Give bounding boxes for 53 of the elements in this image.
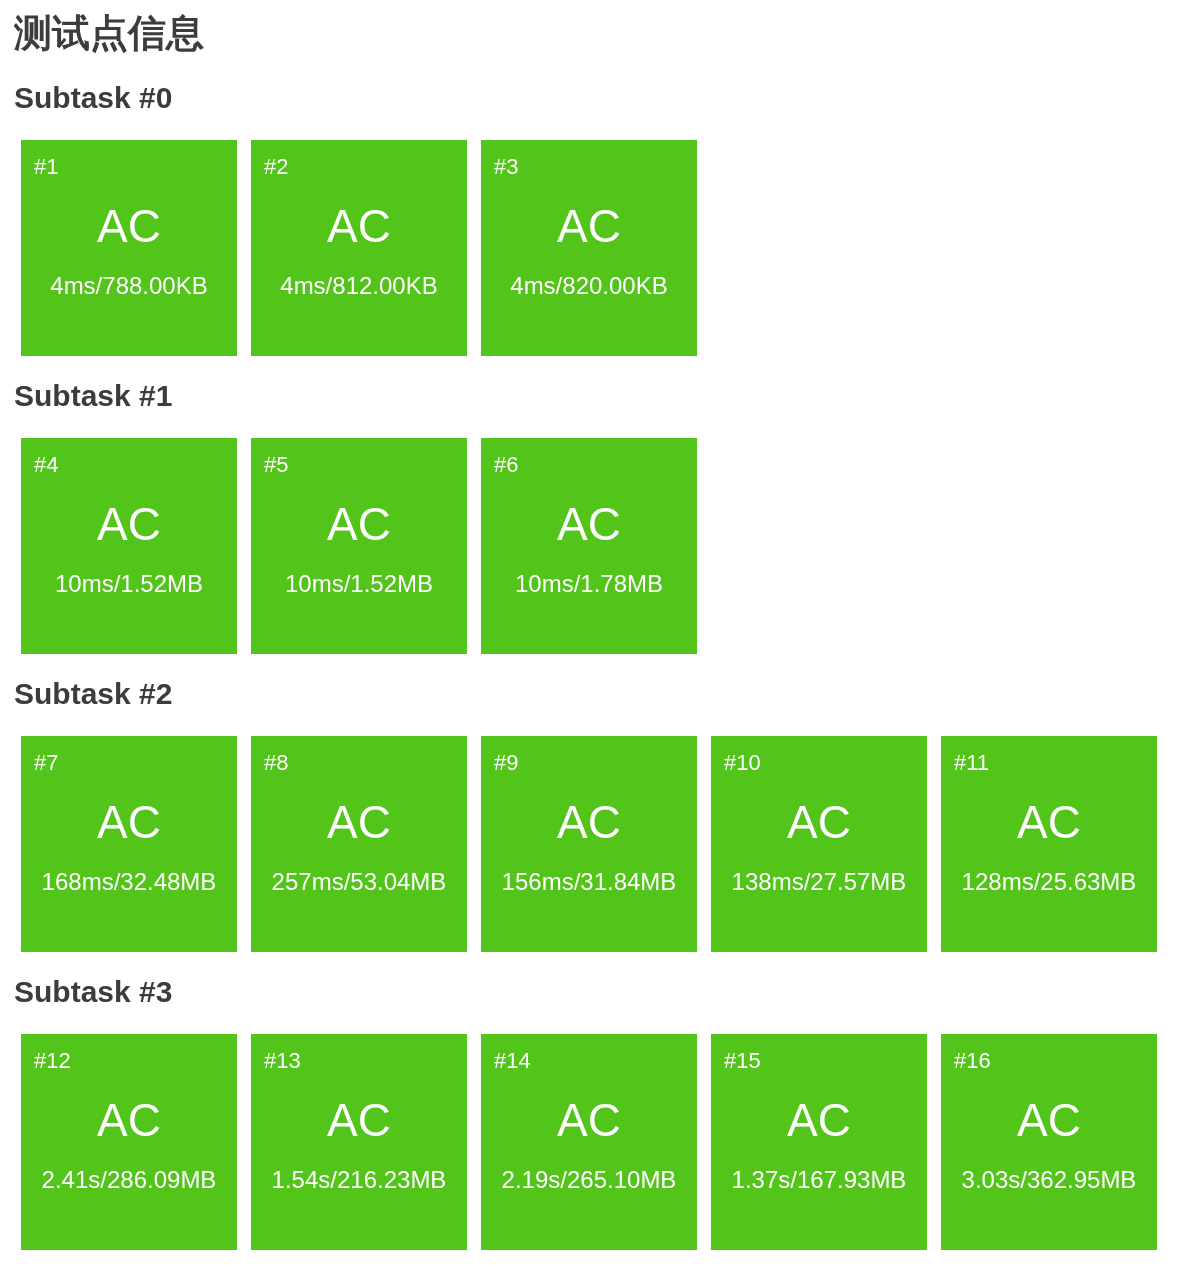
case-number: #14	[494, 1048, 531, 1074]
verdict-text: AC	[787, 1093, 851, 1148]
verdict-text: AC	[327, 795, 391, 850]
verdict-text: AC	[1017, 795, 1081, 850]
case-number: #6	[494, 452, 519, 478]
time-memory-text: 10ms/1.52MB	[54, 569, 204, 599]
time-memory-text: 4ms/788.00KB	[50, 271, 208, 301]
case-number: #4	[34, 452, 59, 478]
time-memory-text: 4ms/820.00KB	[510, 271, 668, 301]
time-memory-text: 1.37s/167.93MB	[731, 1165, 907, 1195]
verdict-text: AC	[327, 1093, 391, 1148]
time-memory-text: 10ms/1.78MB	[514, 569, 664, 599]
case-number: #16	[954, 1048, 991, 1074]
verdict-text: AC	[327, 497, 391, 552]
verdict-text: AC	[97, 1093, 161, 1148]
verdict-text: AC	[1017, 1093, 1081, 1148]
case-number: #1	[34, 154, 59, 180]
subtask-heading: Subtask #1	[14, 378, 173, 414]
time-memory-text: 2.19s/265.10MB	[501, 1165, 677, 1195]
case-number: #7	[34, 750, 59, 776]
case-number: #15	[724, 1048, 761, 1074]
time-memory-text: 138ms/27.57MB	[731, 867, 907, 897]
verdict-text: AC	[557, 199, 621, 254]
verdict-text: AC	[97, 199, 161, 254]
time-memory-text: 168ms/32.48MB	[41, 867, 217, 897]
verdict-text: AC	[97, 795, 161, 850]
case-number: #11	[954, 750, 990, 776]
verdict-text: AC	[97, 497, 161, 552]
time-memory-text: 128ms/25.63MB	[961, 867, 1137, 897]
case-number: #10	[724, 750, 761, 776]
case-number: #8	[264, 750, 289, 776]
time-memory-text: 3.03s/362.95MB	[961, 1165, 1137, 1195]
time-memory-text: 257ms/53.04MB	[271, 867, 447, 897]
subtask-heading: Subtask #0	[14, 80, 173, 116]
page-title: 测试点信息	[14, 10, 204, 57]
verdict-text: AC	[557, 497, 621, 552]
time-memory-text: 2.41s/286.09MB	[41, 1165, 217, 1195]
time-memory-text: 10ms/1.52MB	[284, 569, 434, 599]
time-memory-text: 1.54s/216.23MB	[271, 1165, 447, 1195]
time-memory-text: 156ms/31.84MB	[501, 867, 677, 897]
case-number: #2	[264, 154, 289, 180]
case-number: #5	[264, 452, 289, 478]
verdict-text: AC	[557, 1093, 621, 1148]
subtask-heading: Subtask #3	[14, 974, 173, 1010]
case-number: #3	[494, 154, 519, 180]
subtask-heading: Subtask #2	[14, 676, 173, 712]
verdict-text: AC	[557, 795, 621, 850]
verdict-text: AC	[787, 795, 851, 850]
case-number: #13	[264, 1048, 301, 1074]
time-memory-text: 4ms/812.00KB	[280, 271, 438, 301]
case-number: #9	[494, 750, 519, 776]
case-number: #12	[34, 1048, 71, 1074]
verdict-text: AC	[327, 199, 391, 254]
